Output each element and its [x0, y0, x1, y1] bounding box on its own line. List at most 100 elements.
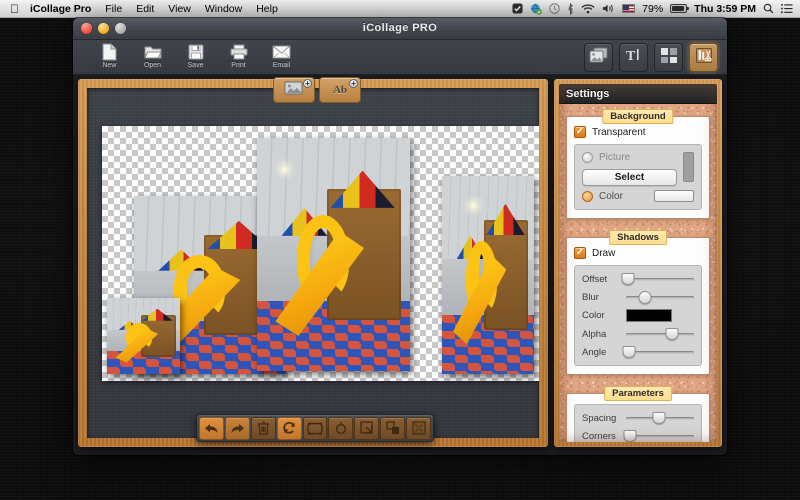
open-button[interactable]: Open	[132, 40, 173, 74]
save-button-label: Save	[188, 62, 204, 69]
photo-large-center[interactable]	[257, 138, 410, 371]
images-mode-button[interactable]	[584, 43, 613, 72]
background-group-title: Background	[602, 109, 673, 124]
redo-button[interactable]	[225, 417, 250, 440]
corners-slider[interactable]	[626, 430, 694, 442]
toolbar-file-actions: New Open Save	[89, 40, 302, 74]
menu-item-help[interactable]: Help	[249, 0, 285, 18]
draw-label: Draw	[592, 248, 615, 259]
picture-label: Picture	[599, 152, 630, 163]
plus-badge-icon: +	[303, 79, 312, 88]
undo-button[interactable]	[199, 417, 224, 440]
offset-row: Offset	[582, 273, 694, 285]
slider-knob[interactable]	[624, 430, 637, 442]
globe-sync-icon[interactable]	[530, 3, 542, 15]
bluetooth-icon[interactable]	[567, 3, 574, 15]
resize-button[interactable]	[354, 417, 379, 440]
slider-track	[626, 351, 694, 354]
transparent-label: Transparent	[592, 127, 646, 138]
slider-track	[626, 296, 694, 299]
menu-item-edit[interactable]: Edit	[129, 0, 161, 18]
wifi-icon[interactable]	[581, 3, 595, 14]
blur-row: Blur	[582, 291, 694, 303]
spacing-row: Spacing	[582, 412, 694, 424]
draw-checkbox[interactable]	[574, 247, 586, 259]
clock-datetime[interactable]: Thu 3:59 PM	[694, 3, 756, 15]
list-icon[interactable]	[781, 3, 793, 14]
search-icon[interactable]	[763, 3, 774, 14]
draw-row[interactable]: Draw	[574, 247, 702, 259]
picture-preview-swatch[interactable]	[683, 152, 694, 182]
settings-title: Settings	[559, 84, 717, 104]
title-bar[interactable]: iCollage PRO	[73, 18, 727, 40]
transparent-row[interactable]: Transparent	[574, 126, 702, 138]
slider-knob[interactable]	[666, 328, 679, 340]
save-button[interactable]: Save	[175, 40, 216, 74]
layout-mode-button[interactable]	[654, 43, 683, 72]
printer-icon	[230, 42, 248, 61]
apple-icon[interactable]: 	[0, 3, 30, 15]
speaker-icon[interactable]	[602, 3, 615, 14]
canvas-viewport[interactable]	[87, 88, 539, 438]
print-button-label: Print	[231, 62, 245, 69]
offset-slider[interactable]	[626, 273, 694, 285]
menu-item-file[interactable]: File	[98, 0, 129, 18]
arrange-button[interactable]	[380, 417, 405, 440]
frame-button[interactable]	[303, 417, 328, 440]
shadow-color-swatch[interactable]	[626, 309, 672, 322]
grid-layout-icon	[660, 47, 678, 69]
print-button[interactable]: Print	[218, 40, 259, 74]
texture-button[interactable]	[406, 417, 431, 440]
background-color-swatch[interactable]	[654, 190, 694, 202]
clock-icon[interactable]	[549, 3, 560, 14]
open-folder-icon	[144, 42, 162, 61]
color-label: Color	[599, 191, 623, 202]
envelope-icon	[272, 42, 291, 61]
picture-row[interactable]: Picture	[582, 152, 677, 163]
add-image-button[interactable]: +	[273, 77, 315, 103]
transparent-checkbox[interactable]	[574, 126, 586, 138]
refresh-button[interactable]	[277, 417, 302, 440]
menu-app-name[interactable]: iCollage Pro	[30, 0, 98, 18]
alpha-row: Alpha	[582, 328, 694, 340]
alpha-slider[interactable]	[626, 328, 694, 340]
photo-tall-right[interactable]	[442, 176, 534, 374]
delete-button[interactable]	[251, 417, 276, 440]
menu-item-view[interactable]: View	[161, 0, 198, 18]
open-button-label: Open	[144, 62, 161, 69]
checkmark-badge-icon[interactable]	[512, 3, 523, 14]
picture-radio[interactable]	[582, 152, 593, 163]
color-radio[interactable]	[582, 191, 593, 202]
angle-slider[interactable]	[626, 346, 694, 358]
collage-sheet[interactable]	[102, 126, 539, 381]
floppy-disk-icon	[188, 42, 204, 61]
menu-item-window[interactable]: Window	[198, 0, 249, 18]
add-object-buttons: + Ab +	[273, 77, 361, 103]
add-text-button[interactable]: Ab +	[319, 77, 361, 103]
offset-label: Offset	[582, 274, 620, 285]
blur-slider[interactable]	[626, 291, 694, 303]
photos-stack-icon	[589, 47, 608, 68]
alpha-label: Alpha	[582, 329, 620, 340]
slider-knob[interactable]	[622, 273, 635, 285]
spacing-slider[interactable]	[626, 412, 694, 424]
slider-knob[interactable]	[623, 346, 636, 358]
color-row[interactable]: Color	[582, 190, 694, 202]
battery-icon[interactable]	[670, 4, 687, 13]
new-button[interactable]: New	[89, 40, 130, 74]
email-button[interactable]: Email	[261, 40, 302, 74]
shadow-color-label: Color	[582, 310, 620, 321]
photo-small-bottom-left[interactable]	[107, 298, 180, 374]
parameters-group: Parameters Spacing Corners	[566, 393, 710, 442]
main-area: + Ab +	[73, 75, 727, 455]
svg-text:T: T	[626, 49, 636, 63]
slider-knob[interactable]	[639, 291, 652, 304]
slider-knob[interactable]	[652, 412, 665, 424]
select-button[interactable]: Select	[582, 169, 677, 186]
us-flag-icon[interactable]	[622, 4, 635, 13]
tools-mode-button[interactable]	[689, 43, 718, 72]
text-mode-button[interactable]: T	[619, 43, 648, 72]
angle-row: Angle	[582, 346, 694, 358]
shadow-color-row: Color	[582, 309, 694, 322]
rotate-button[interactable]	[328, 417, 353, 440]
